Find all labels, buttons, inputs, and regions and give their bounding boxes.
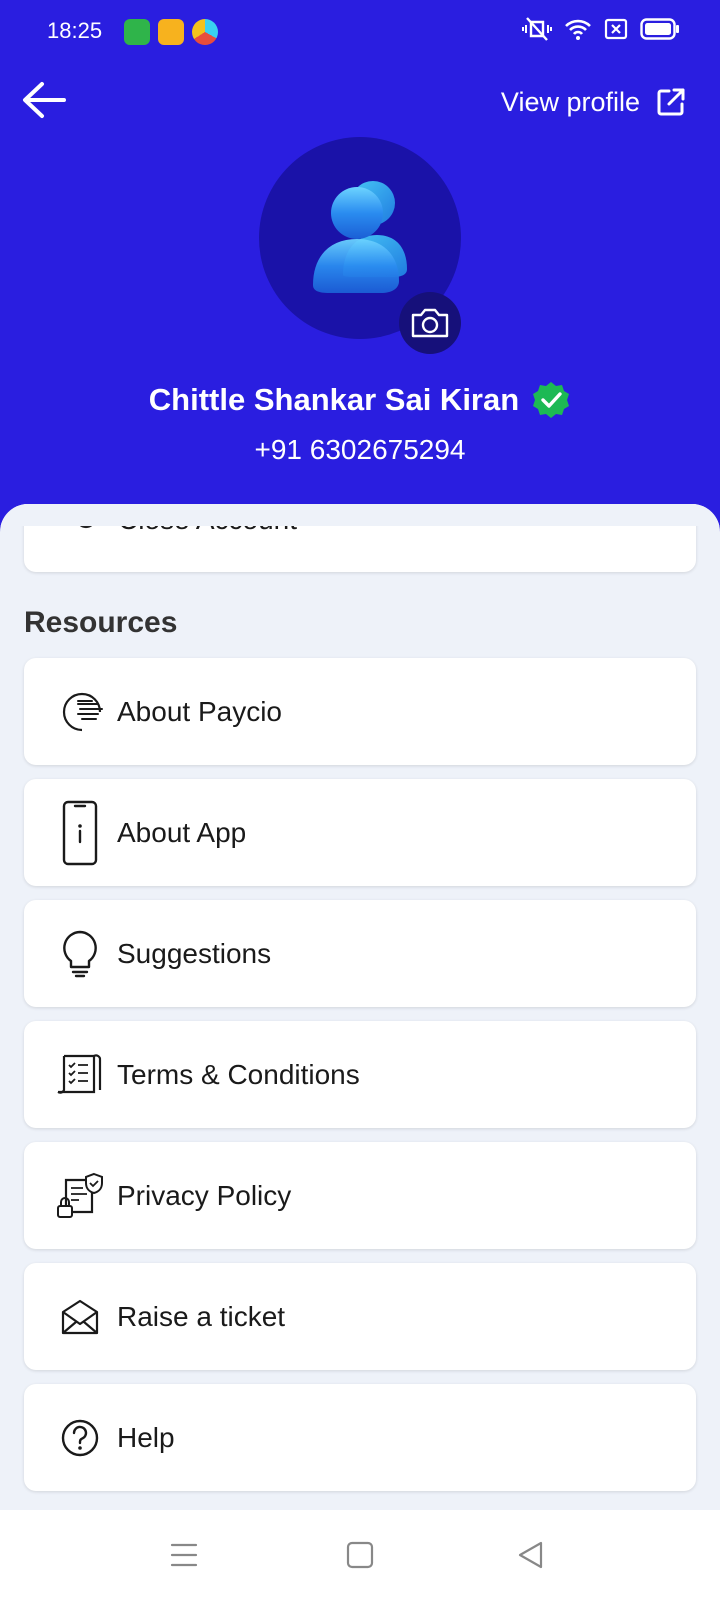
profile-phone: +91 6302675294	[254, 434, 466, 465]
menu-item-label: Raise a ticket	[117, 1301, 286, 1332]
status-indicators	[522, 16, 680, 42]
menu-item-privacy-policy[interactable]: Privacy Policy	[24, 1142, 696, 1249]
panel-top-edge	[0, 504, 720, 526]
status-time: 18:25	[47, 18, 103, 43]
help-question-icon	[54, 1408, 106, 1468]
lightbulb-icon	[54, 924, 106, 984]
user-avatar-icon	[313, 181, 407, 293]
wifi-icon	[565, 19, 591, 40]
triangle-back-icon	[518, 1541, 543, 1569]
back-button[interactable]	[20, 78, 70, 122]
resources-title: Resources	[24, 606, 178, 639]
menu-item-about-paycio[interactable]: About Paycio	[24, 658, 696, 765]
no-sim-icon	[604, 18, 628, 40]
phone-info-icon	[54, 800, 106, 866]
menu-lines-icon	[170, 1543, 198, 1567]
menu-item-label: About Paycio	[117, 696, 282, 727]
profile-name: Chittle Shankar Sai Kiran	[148, 382, 520, 417]
menu-item-help[interactable]: Help	[24, 1384, 696, 1491]
verified-badge-icon	[533, 382, 570, 418]
change-photo-button[interactable]	[399, 292, 461, 354]
battery-icon	[640, 18, 679, 40]
menu-item-label: Help	[117, 1422, 175, 1453]
system-nav-bar	[0, 1510, 720, 1600]
arrow-left-icon	[23, 82, 66, 118]
nav-back-button[interactable]	[516, 1540, 556, 1576]
vibrate-mute-icon	[522, 17, 552, 41]
menu-item-about-app[interactable]: About App	[24, 779, 696, 886]
menu-item-label: Terms & Conditions	[117, 1059, 360, 1090]
camera-icon	[411, 308, 449, 338]
square-home-icon	[346, 1541, 374, 1569]
nav-home-button[interactable]	[345, 1540, 385, 1576]
external-link-icon	[657, 88, 685, 116]
menu-item-raise-ticket[interactable]: Raise a ticket	[24, 1263, 696, 1370]
settings-content[interactable]: Close Account Resources About Paycio	[0, 504, 720, 1510]
envelope-open-icon	[54, 1287, 106, 1347]
menu-item-suggestions[interactable]: Suggestions	[24, 900, 696, 1007]
menu-item-terms-conditions[interactable]: Terms & Conditions	[24, 1021, 696, 1128]
paycio-logo-icon	[54, 682, 106, 742]
sim-app-icon	[124, 19, 150, 45]
browser-app-icon	[192, 19, 218, 45]
checklist-document-icon	[54, 1045, 106, 1105]
status-bar: 18:25	[0, 0, 720, 64]
profile-screen: 18:25 View profile Chittle Shankar Sai K…	[0, 0, 720, 1600]
menu-item-label: Suggestions	[117, 938, 272, 969]
view-profile-link[interactable]: View profile	[501, 82, 686, 122]
heart-app-icon	[158, 19, 184, 45]
nav-menu-button[interactable]	[168, 1540, 208, 1576]
profile-header: 18:25 View profile Chittle Shankar Sai K…	[0, 0, 720, 540]
menu-item-label: Privacy Policy	[117, 1180, 292, 1211]
resources-list: About Paycio About App Suggestions Terms…	[24, 658, 696, 1505]
menu-item-label: About App	[117, 817, 247, 848]
view-profile-label: View profile	[500, 86, 640, 117]
privacy-shield-document-icon	[54, 1166, 106, 1226]
profile-name-row: Chittle Shankar Sai Kiran	[0, 380, 720, 420]
